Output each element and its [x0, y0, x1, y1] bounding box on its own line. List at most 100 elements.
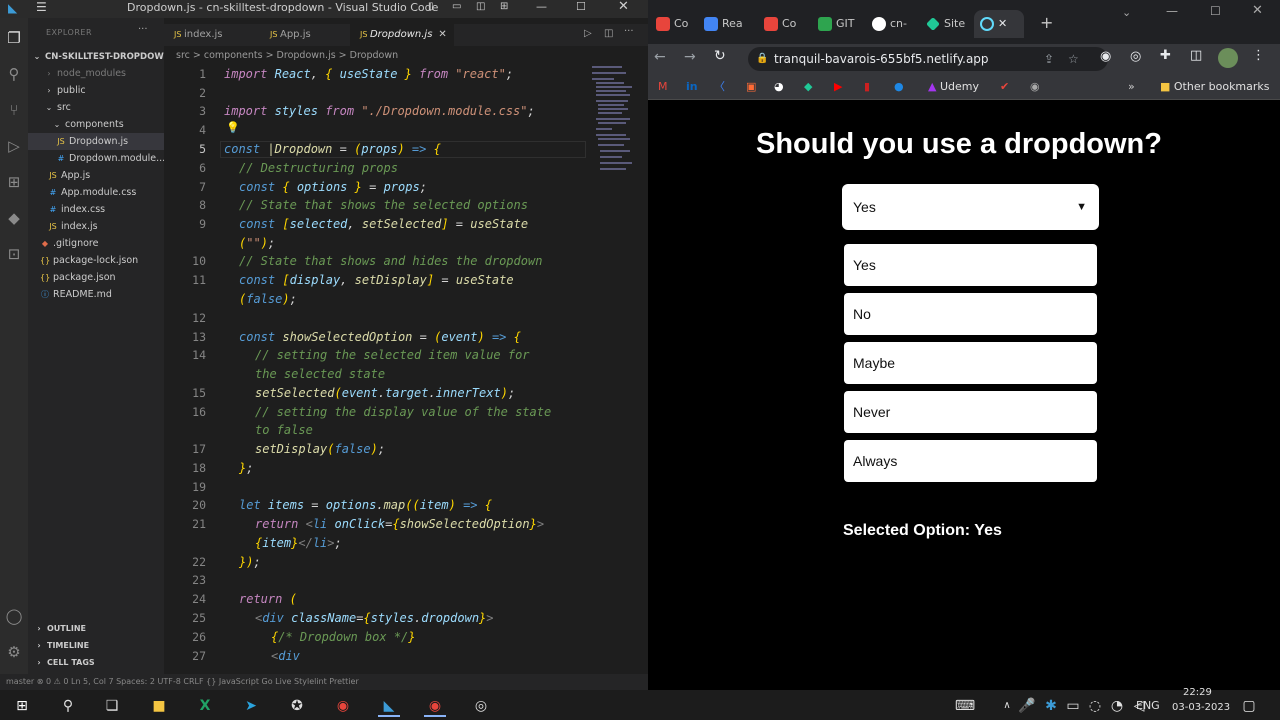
- bookmark-github-icon[interactable]: ◕: [774, 79, 784, 95]
- close-tab-icon[interactable]: ✕: [438, 29, 446, 40]
- tab-dropdown-js[interactable]: JS Dropdown.js ✕: [350, 24, 454, 46]
- tree-item-package-json[interactable]: {} package.json: [28, 269, 164, 286]
- excel-icon[interactable]: X: [194, 695, 216, 717]
- panel-timeline[interactable]: › TIMELINE: [28, 637, 164, 654]
- address-bar[interactable]: 🔒 tranquil-bavarois-655bf5.netlify.app ⇪…: [748, 47, 1108, 71]
- minimize-icon[interactable]: —: [1166, 4, 1178, 18]
- dropdown-box[interactable]: Yes ▼: [844, 186, 1097, 228]
- share-icon[interactable]: ⇪: [1044, 47, 1054, 71]
- chrome-menu-icon[interactable]: ⋮: [1252, 48, 1265, 63]
- panel-cell-tags[interactable]: › CELL TAGS: [28, 654, 164, 671]
- back-icon[interactable]: ←: [654, 49, 666, 65]
- breadcrumb[interactable]: src > components > Dropdown.js > Dropdow…: [164, 48, 648, 64]
- chevron-up-icon[interactable]: ∧: [996, 695, 1018, 717]
- forward-icon[interactable]: →: [684, 49, 696, 65]
- tree-item-index-css[interactable]: # index.css: [28, 201, 164, 218]
- reload-icon[interactable]: ↻: [714, 48, 726, 64]
- microphone-icon[interactable]: 🎤: [1016, 695, 1038, 717]
- status-text[interactable]: master ⊗ 0 ⚠ 0 Ln 5, Col 7 Spaces: 2 UTF…: [0, 677, 359, 686]
- code-editor[interactable]: 1 2 3 4 5 6 7 8 9 10 11 12 13 14 15 16 1…: [164, 64, 648, 674]
- chrome-icon[interactable]: ◉: [332, 695, 354, 717]
- more-actions-icon[interactable]: ···: [624, 26, 634, 37]
- tab-index-js[interactable]: JS index.js: [164, 24, 260, 46]
- maximize-icon[interactable]: ☐: [576, 0, 586, 13]
- maximize-icon[interactable]: ☐: [1210, 4, 1221, 18]
- run-icon[interactable]: ▷: [584, 28, 592, 39]
- remote-explorer-icon[interactable]: ⊡: [4, 244, 24, 264]
- clock-date[interactable]: 03-03-2023: [1172, 702, 1230, 713]
- browser-tab[interactable]: GIT: [818, 10, 864, 38]
- other-bookmarks[interactable]: ■ Other bookmarks: [1160, 79, 1270, 95]
- bookmark-youtube-icon[interactable]: ▶: [834, 79, 842, 95]
- dropdown-option[interactable]: Always: [844, 440, 1097, 482]
- keyboard-icon[interactable]: ⌨: [954, 695, 976, 717]
- browser-tab[interactable]: Co: [764, 10, 806, 38]
- browser-tab[interactable]: Co: [656, 10, 698, 38]
- browser-tab[interactable]: cn-: [872, 10, 914, 38]
- search-icon[interactable]: ⚲: [57, 695, 79, 717]
- windows-start-icon[interactable]: ⊞: [11, 695, 33, 717]
- layout-panel-icon[interactable]: ▭: [452, 1, 461, 12]
- close-tab-icon[interactable]: ✕: [998, 17, 1007, 30]
- clock-time[interactable]: 22:29: [1183, 687, 1212, 698]
- split-editor-icon[interactable]: ◫: [604, 28, 613, 39]
- new-tab-icon[interactable]: +: [1040, 13, 1053, 32]
- lightbulb-icon[interactable]: 💡: [226, 121, 240, 134]
- tree-item-public[interactable]: › public: [28, 82, 164, 99]
- layout-custom-icon[interactable]: ⊞: [500, 1, 508, 12]
- tree-item-gitignore[interactable]: ◆ .gitignore: [28, 235, 164, 252]
- bookmark-icon[interactable]: ●: [894, 79, 904, 95]
- layout-sidebar-icon[interactable]: ◫: [476, 1, 485, 12]
- bookmark-icon[interactable]: ▣: [746, 79, 756, 95]
- bookmark-gmail-icon[interactable]: M: [658, 79, 668, 95]
- project-root[interactable]: ⌄ CN-SKILLTEST-DROPDOWN: [28, 48, 164, 65]
- bookmark-udemy[interactable]: ▲ Udemy: [928, 79, 979, 95]
- search-icon[interactable]: ⚲: [4, 64, 24, 84]
- account-icon[interactable]: ◯: [4, 606, 24, 626]
- settings-gear-icon[interactable]: ⚙: [4, 642, 24, 662]
- layout-icon[interactable]: ▯: [428, 1, 434, 12]
- file-explorer-icon[interactable]: ■: [148, 695, 170, 717]
- dropdown-option[interactable]: Yes: [844, 244, 1097, 286]
- obs-icon[interactable]: ◎: [470, 695, 492, 717]
- tree-item-components[interactable]: ⌄ components: [28, 116, 164, 133]
- browser-tab-active[interactable]: ✕: [974, 10, 1024, 38]
- tree-item-index-js[interactable]: JS index.js: [28, 218, 164, 235]
- language-indicator[interactable]: ENG: [1136, 699, 1160, 712]
- tab-search-icon[interactable]: ⌄: [1122, 6, 1131, 19]
- dropdown-option[interactable]: Never: [844, 391, 1097, 433]
- explorer-icon[interactable]: ❐: [4, 28, 24, 48]
- tree-item-dropdown-css[interactable]: # Dropdown.module...: [28, 150, 164, 167]
- tree-item-app-js[interactable]: JS App.js: [28, 167, 164, 184]
- task-view-icon[interactable]: ❏: [101, 695, 123, 717]
- panel-outline[interactable]: › OUTLINE: [28, 620, 164, 637]
- extension-icon[interactable]: ◉: [1100, 49, 1111, 64]
- close-icon[interactable]: ✕: [618, 0, 629, 14]
- bluetooth-icon[interactable]: ✱: [1040, 695, 1062, 717]
- bookmark-star-icon[interactable]: ☆: [1068, 47, 1079, 71]
- tree-item-src[interactable]: ⌄ src: [28, 99, 164, 116]
- minimize-icon[interactable]: —: [536, 0, 547, 13]
- bookmark-icon[interactable]: ◉: [1030, 79, 1040, 95]
- bookmark-icon[interactable]: 〈: [714, 79, 725, 95]
- chrome-icon[interactable]: ◉: [424, 695, 446, 717]
- tree-item-app-css[interactable]: # App.module.css: [28, 184, 164, 201]
- tab-app-js[interactable]: JS App.js: [260, 24, 350, 46]
- docker-icon[interactable]: ◆: [4, 208, 24, 228]
- bookmark-icon[interactable]: ◆: [804, 79, 812, 95]
- dropdown-option[interactable]: No: [844, 293, 1097, 335]
- tree-item-dropdown-js[interactable]: JS Dropdown.js: [28, 133, 164, 150]
- telegram-icon[interactable]: ➤: [240, 695, 262, 717]
- bookmark-icon[interactable]: ▮: [864, 79, 870, 95]
- network-icon[interactable]: ◌: [1084, 695, 1106, 717]
- app-icon[interactable]: ✪: [286, 695, 308, 717]
- side-panel-icon[interactable]: ◫: [1190, 48, 1202, 63]
- extensions-puzzle-icon[interactable]: ✚: [1160, 48, 1171, 63]
- tree-item-node-modules[interactable]: › node_modules: [28, 65, 164, 82]
- menu-icon[interactable]: ☰: [36, 0, 47, 14]
- browser-tab[interactable]: Rea: [704, 10, 750, 38]
- extension-icon[interactable]: ◎: [1130, 49, 1141, 64]
- tree-item-readme[interactable]: ⓘ README.md: [28, 286, 164, 303]
- notifications-icon[interactable]: ▢: [1238, 695, 1260, 717]
- vscode-taskbar-icon[interactable]: ◣: [378, 695, 400, 717]
